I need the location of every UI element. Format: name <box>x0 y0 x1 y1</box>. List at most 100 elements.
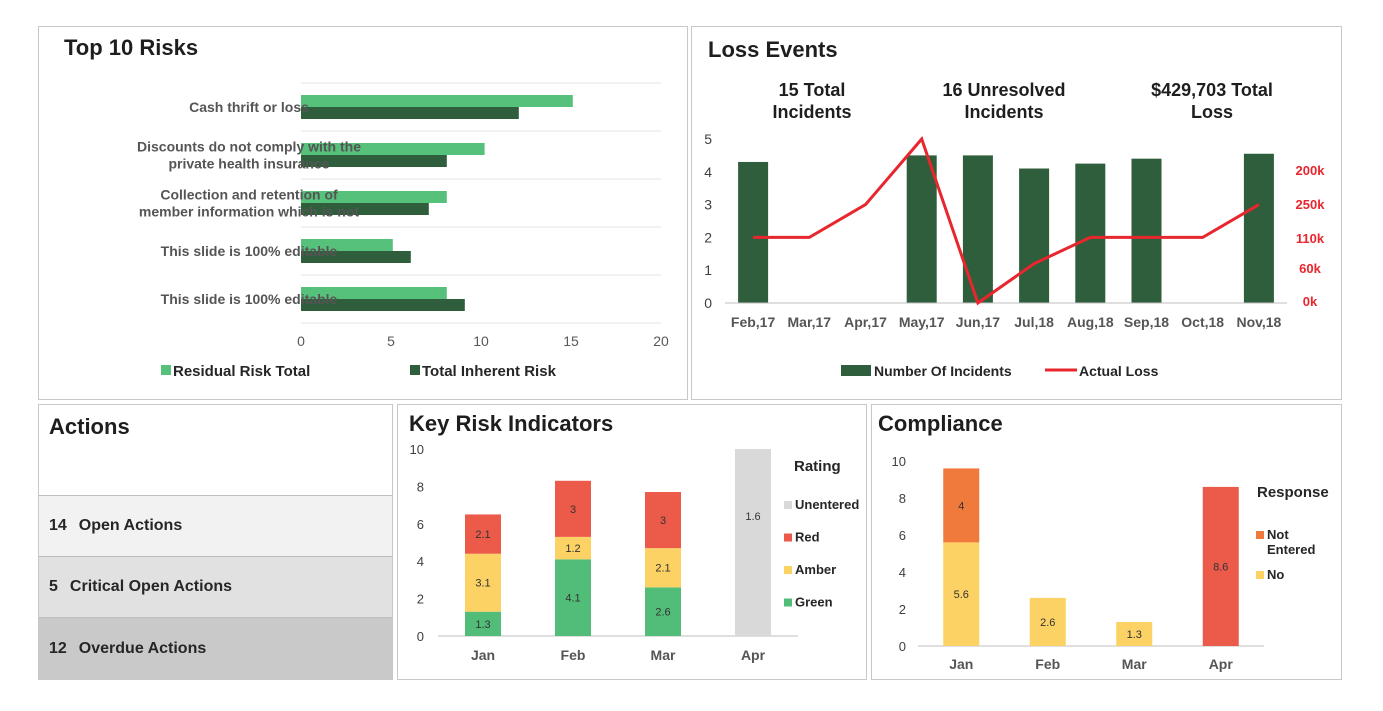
data-label: 1.6 <box>745 511 760 523</box>
y-tick-label: 0 <box>899 639 906 654</box>
open-actions-count: 14 <box>49 517 67 534</box>
y-tick-label: 0 <box>417 629 424 644</box>
y-tick-label: 8 <box>417 479 424 494</box>
data-label: 4.1 <box>565 593 580 605</box>
data-label: 2.1 <box>655 563 670 575</box>
legend-swatch <box>1256 531 1264 539</box>
legend-swatch <box>784 501 792 509</box>
data-label: 3 <box>570 504 576 516</box>
legend-label: No <box>1267 567 1284 582</box>
risk-category-label: Collection and retention of member inform… <box>139 187 359 220</box>
x-tick-label: Oct,18 <box>1181 314 1224 330</box>
y-tick-label: 0 <box>704 295 712 311</box>
open-actions-label: Open Actions <box>78 517 183 534</box>
data-label: 2.6 <box>1040 617 1055 629</box>
x-tick-label: Mar,17 <box>788 314 832 330</box>
data-label: 5.6 <box>954 589 969 601</box>
stacked-segment <box>735 449 771 636</box>
legend-label: Not <box>1267 527 1289 542</box>
risk-bar <box>301 107 519 119</box>
y2-tick-label: 250k <box>1296 197 1326 212</box>
y-tick-label: 2 <box>899 602 906 617</box>
open-actions-row[interactable]: 14 Open Actions <box>39 495 392 556</box>
legend-label: Number Of Incidents <box>874 363 1012 379</box>
legend-swatch <box>410 365 420 375</box>
overdue-actions-label: Overdue Actions <box>78 639 207 657</box>
actions-title: Actions <box>49 414 130 439</box>
risk-category-label: This slide is 100% editable <box>161 243 338 259</box>
incident-bar <box>1075 163 1106 303</box>
y2-tick-label: 110k <box>1296 231 1325 246</box>
y-tick-label: 6 <box>899 528 906 543</box>
x-tick-label: 15 <box>563 333 579 349</box>
x-tick-label: 0 <box>297 333 305 349</box>
loss-events-panel: Loss Events 15 Total Incidents 16 Unreso… <box>691 26 1342 400</box>
x-tick-label: 5 <box>387 333 395 349</box>
x-tick-label: Jan <box>471 647 495 663</box>
y-tick-label: 4 <box>704 164 712 180</box>
legend-swatch <box>784 566 792 574</box>
y-tick-label: 5 <box>704 131 712 147</box>
incident-bar <box>1243 153 1274 303</box>
data-label: 1.3 <box>475 619 490 631</box>
legend-swatch <box>161 365 171 375</box>
x-tick-label: Mar <box>1122 656 1147 672</box>
x-tick-label: Jul,18 <box>1014 314 1054 330</box>
data-label: 3.1 <box>475 578 490 590</box>
y2-tick-label: 200k <box>1296 163 1326 178</box>
critical-open-actions-row[interactable]: 5 Critical Open Actions <box>39 556 392 617</box>
legend-label: Green <box>795 595 833 610</box>
legend-label: Unentered <box>795 497 859 512</box>
x-tick-label: Apr <box>1209 656 1234 672</box>
risk-bar <box>301 95 573 107</box>
top-risks-chart: Cash thrift or loss Discounts do not comp… <box>137 82 669 380</box>
legend-label: Actual Loss <box>1079 363 1159 379</box>
legend-swatch <box>1256 571 1264 579</box>
actions-panel: Actions 14 Open Actions 5 Critical Open … <box>38 404 393 680</box>
x-tick-label: Jan <box>949 656 973 672</box>
compliance-chart: 0 2 4 6 8 10 5.6 4 Jan 2.6 Feb 1.3 Mar 8.6 Apr Response… <box>892 454 1329 672</box>
x-tick-label: Feb <box>561 647 586 663</box>
x-tick-label: Apr <box>741 647 766 663</box>
x-tick-label: Nov,18 <box>1236 314 1281 330</box>
legend-label: Total Inherent Risk <box>422 363 557 380</box>
data-label: 1.2 <box>565 543 580 555</box>
y-tick-label: 8 <box>899 491 906 506</box>
legend-swatch <box>784 533 792 542</box>
kri-panel: Key Risk Indicators 0 2 4 6 8 10 1.3 3.1 2.1 Jan 4… <box>397 404 867 680</box>
actual-loss-line <box>753 136 1260 306</box>
legend-swatch <box>784 598 792 607</box>
legend-title: Rating <box>794 458 841 475</box>
y-tick-label: 4 <box>417 554 424 569</box>
critical-open-actions-count: 5 <box>49 578 58 595</box>
y2-tick-label: 60k <box>1299 261 1321 276</box>
legend-label: Entered <box>1267 542 1315 557</box>
incident-bar <box>1019 168 1050 303</box>
x-tick-label: Feb,17 <box>731 314 776 330</box>
x-tick-label: 20 <box>653 333 669 349</box>
incident-bar <box>738 161 769 303</box>
legend-label: Red <box>795 530 820 545</box>
y-tick-label: 1 <box>704 262 712 278</box>
data-label: 1.3 <box>1127 629 1142 641</box>
legend-label: Residual Risk Total <box>173 363 310 380</box>
overdue-actions-row[interactable]: 12 Overdue Actions <box>39 617 392 679</box>
data-label: 4 <box>958 500 964 512</box>
data-label: 3 <box>660 515 666 527</box>
y-tick-label: 2 <box>704 229 712 245</box>
y-tick-label: 2 <box>417 592 424 607</box>
x-tick-label: Apr,17 <box>844 314 887 330</box>
incident-bar <box>962 155 993 303</box>
compliance-panel: Compliance 0 2 4 6 8 10 5.6 4 Jan 2.6 Feb 1.3 Mar 8.6… <box>871 404 1342 680</box>
critical-open-actions-label: Critical Open Actions <box>69 578 233 595</box>
y-tick-label: 4 <box>899 565 906 580</box>
x-tick-label: Jun,17 <box>956 314 1001 330</box>
x-tick-label: Aug,18 <box>1067 314 1114 330</box>
y2-tick-label: 0k <box>1303 294 1318 309</box>
y-tick-label: 3 <box>704 197 712 213</box>
x-tick-label: Sep,18 <box>1124 314 1169 330</box>
legend-swatch <box>841 365 871 376</box>
data-label: 2.6 <box>655 607 670 619</box>
y-tick-label: 10 <box>410 442 424 457</box>
y-tick-label: 6 <box>417 517 424 532</box>
